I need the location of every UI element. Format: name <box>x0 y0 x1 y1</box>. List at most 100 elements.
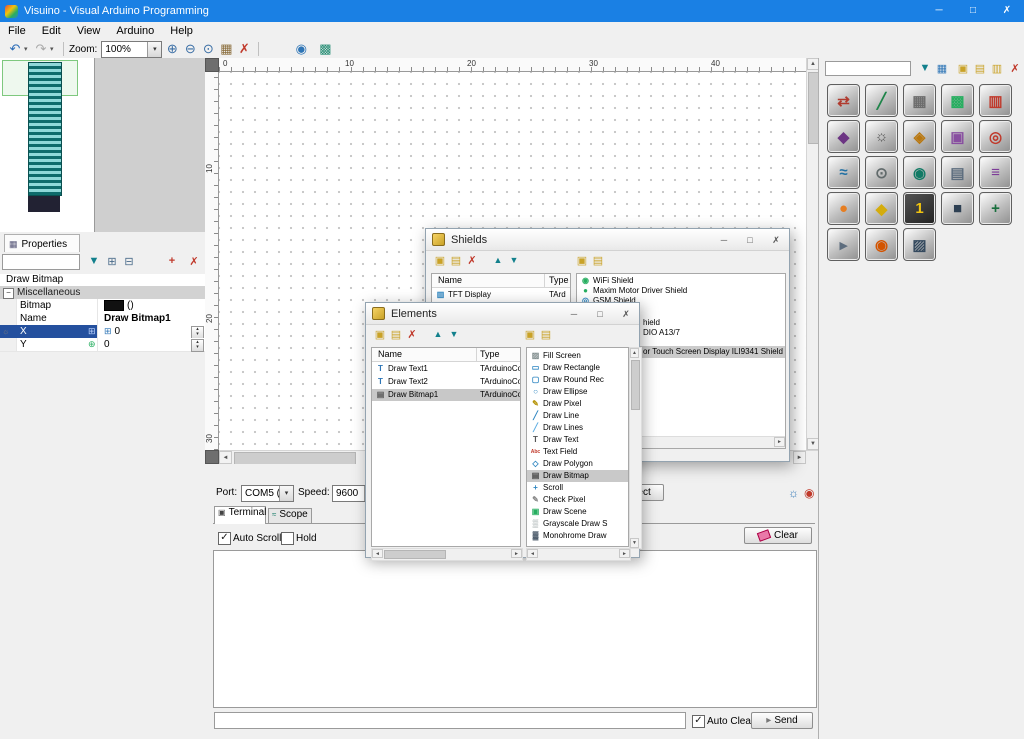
palette-component-icon[interactable]: ◉ <box>903 156 936 189</box>
zoom-out-icon[interactable]: ⊖ <box>181 40 199 58</box>
palette-component-icon[interactable]: ▥ <box>979 84 1012 117</box>
property-row-x[interactable]: ☼ X ⊞ ⊞0 ▴▾ <box>0 325 205 339</box>
project-overview-thumbnail[interactable] <box>0 58 95 232</box>
palette-component-icon[interactable]: 1 <box>903 192 936 225</box>
property-category-row[interactable]: − Miscellaneous <box>0 286 205 299</box>
scroll-up-icon[interactable]: ▲ <box>630 348 639 358</box>
palette-component-icon[interactable]: ◎ <box>979 120 1012 153</box>
zoom-actual-icon[interactable]: ⊙ <box>199 40 217 58</box>
menu-file[interactable]: File <box>0 22 34 40</box>
palette-component-icon[interactable]: ◆ <box>827 120 860 153</box>
element-option[interactable]: AbcText Field <box>527 446 628 458</box>
property-row-bitmap[interactable]: Bitmap () <box>0 299 205 313</box>
terminal-output[interactable] <box>213 550 817 708</box>
clear-filter-icon[interactable]: ✗ <box>186 255 202 268</box>
pin-icon[interactable]: + <box>164 255 180 267</box>
element-row[interactable]: T Draw Text1 TArduinoCol <box>372 363 520 375</box>
hold-checkbox[interactable] <box>281 532 294 545</box>
element-option[interactable]: ▢Draw Round Rec <box>527 374 628 386</box>
palette-component-icon[interactable]: ≈ <box>827 156 860 189</box>
category-icon[interactable]: ▣ <box>522 328 538 341</box>
elements-title-bar[interactable]: Elements ─ □ ✗ <box>366 303 639 325</box>
scroll-right-icon[interactable]: ► <box>619 549 630 558</box>
move-up-icon[interactable]: ▲ <box>430 329 446 339</box>
port-combobox[interactable]: COM5 (L ▾ <box>241 485 294 502</box>
connect-pin-icon[interactable]: ⊞ <box>88 325 96 338</box>
open-category-icon[interactable]: ▤ <box>972 62 988 75</box>
folder-icon[interactable]: ▤ <box>388 328 404 341</box>
element-option[interactable]: ╱Draw Line <box>527 410 628 422</box>
elements-list[interactable]: Name Type T Draw Text1 TArduinoCol T Dra… <box>371 347 521 547</box>
column-type[interactable]: Type <box>480 348 500 361</box>
palette-component-icon[interactable]: ╱ <box>865 84 898 117</box>
elements-horizontal-scrollbar[interactable]: ◄ ► <box>371 548 523 561</box>
palette-component-icon[interactable]: ◈ <box>903 120 936 153</box>
palette-component-icon[interactable]: + <box>979 192 1012 225</box>
element-option[interactable]: ✎Check Pixel <box>527 494 628 506</box>
terminal-input[interactable] <box>214 712 686 729</box>
palette-filter-icon[interactable]: ▼ <box>917 62 933 74</box>
y-spinner[interactable]: ▴▾ <box>191 339 204 352</box>
palette-component-icon[interactable]: ◆ <box>865 192 898 225</box>
property-search-input[interactable] <box>2 254 80 270</box>
column-name[interactable]: Name <box>378 348 402 361</box>
property-value[interactable]: 0 ▴▾ <box>100 338 205 351</box>
palette-component-icon[interactable]: ▣ <box>941 120 974 153</box>
com-settings-icon[interactable]: ☼ <box>788 486 799 500</box>
tab-terminal[interactable]: ▣Terminal <box>214 506 266 524</box>
folder-icon[interactable]: ▤ <box>448 254 464 267</box>
compile-icon[interactable]: ▩ <box>316 40 334 58</box>
available-elements-horizontal-scrollbar[interactable]: ◄ ► <box>526 548 631 561</box>
palette-component-icon[interactable]: ■ <box>941 192 974 225</box>
shields-title-bar[interactable]: Shields ─ □ ✗ <box>426 229 789 251</box>
scroll-left-icon[interactable]: ◄ <box>372 549 383 558</box>
port-dropdown-icon[interactable]: ▾ <box>279 486 293 501</box>
collapse-category-icon[interactable]: − <box>3 288 14 299</box>
element-option[interactable]: ✎Draw Pixel <box>527 398 628 410</box>
scrollbar-thumb[interactable] <box>631 360 640 410</box>
column-type[interactable]: Type <box>549 274 569 287</box>
palette-component-icon[interactable]: ▩ <box>941 84 974 117</box>
element-option-selected[interactable]: ▤Draw Bitmap <box>527 470 628 482</box>
redo-icon[interactable]: ↷ <box>32 40 50 58</box>
clear-button[interactable]: Clear <box>744 527 812 544</box>
move-up-icon[interactable]: ▲ <box>490 255 506 265</box>
element-option[interactable]: ▒Grayscale Draw S <box>527 518 628 530</box>
available-elements-list[interactable]: ▨Fill Screen ▭Draw Rectangle ▢Draw Round… <box>526 347 629 547</box>
property-row-name[interactable]: Name Draw Bitmap1 <box>0 312 205 326</box>
category-open-icon[interactable]: ▤ <box>590 254 606 267</box>
available-elements-vertical-scrollbar[interactable]: ▲ ▼ <box>629 347 642 549</box>
move-down-icon[interactable]: ▼ <box>506 255 522 265</box>
send-button[interactable]: ▸Send <box>751 712 813 729</box>
property-row-y[interactable]: Y ⊕ 0 ▴▾ <box>0 338 205 352</box>
element-row[interactable]: T Draw Text2 TArduinoCol <box>372 376 520 388</box>
scroll-right-icon[interactable]: ► <box>793 451 806 464</box>
category-open-icon[interactable]: ▤ <box>538 328 554 341</box>
stop-icon[interactable]: ◉ <box>804 486 814 500</box>
scrollbar-thumb[interactable] <box>384 550 446 559</box>
delete-element-icon[interactable]: ✗ <box>404 328 420 341</box>
folder-up-icon[interactable]: ▥ <box>989 62 1005 75</box>
minimize-button[interactable]: ─ <box>922 0 956 22</box>
tab-scope[interactable]: ≈Scope <box>268 508 312 524</box>
palette-view-icon[interactable]: ▦ <box>934 62 950 75</box>
collapse-all-icon[interactable]: ⊟ <box>121 255 137 268</box>
element-option[interactable]: +Scroll <box>527 482 628 494</box>
expand-all-icon[interactable]: ⊞ <box>104 255 120 268</box>
web-icon[interactable]: ◉ <box>292 40 310 58</box>
redo-dropdown-icon[interactable]: ▾ <box>50 45 58 53</box>
zoom-in-icon[interactable]: ⊕ <box>163 40 181 58</box>
column-name[interactable]: Name <box>438 274 462 287</box>
palette-component-icon[interactable]: ▦ <box>903 84 936 117</box>
palette-component-icon[interactable]: ⊙ <box>865 156 898 189</box>
move-down-icon[interactable]: ▼ <box>446 329 462 339</box>
element-row-selected[interactable]: ▤ Draw Bitmap1 TArduinoCol <box>372 389 520 401</box>
element-option[interactable]: ▭Draw Rectangle <box>527 362 628 374</box>
element-option[interactable]: ▓Monohrome Draw <box>527 530 628 542</box>
palette-component-icon[interactable]: ⇄ <box>827 84 860 117</box>
maximize-button[interactable]: □ <box>737 230 763 250</box>
auto-clear-checkbox[interactable]: ✓ <box>692 715 705 728</box>
element-option[interactable]: ◇Draw Polygon <box>527 458 628 470</box>
delete-tool-icon[interactable]: ✗ <box>235 40 253 58</box>
menu-help[interactable]: Help <box>162 22 201 40</box>
